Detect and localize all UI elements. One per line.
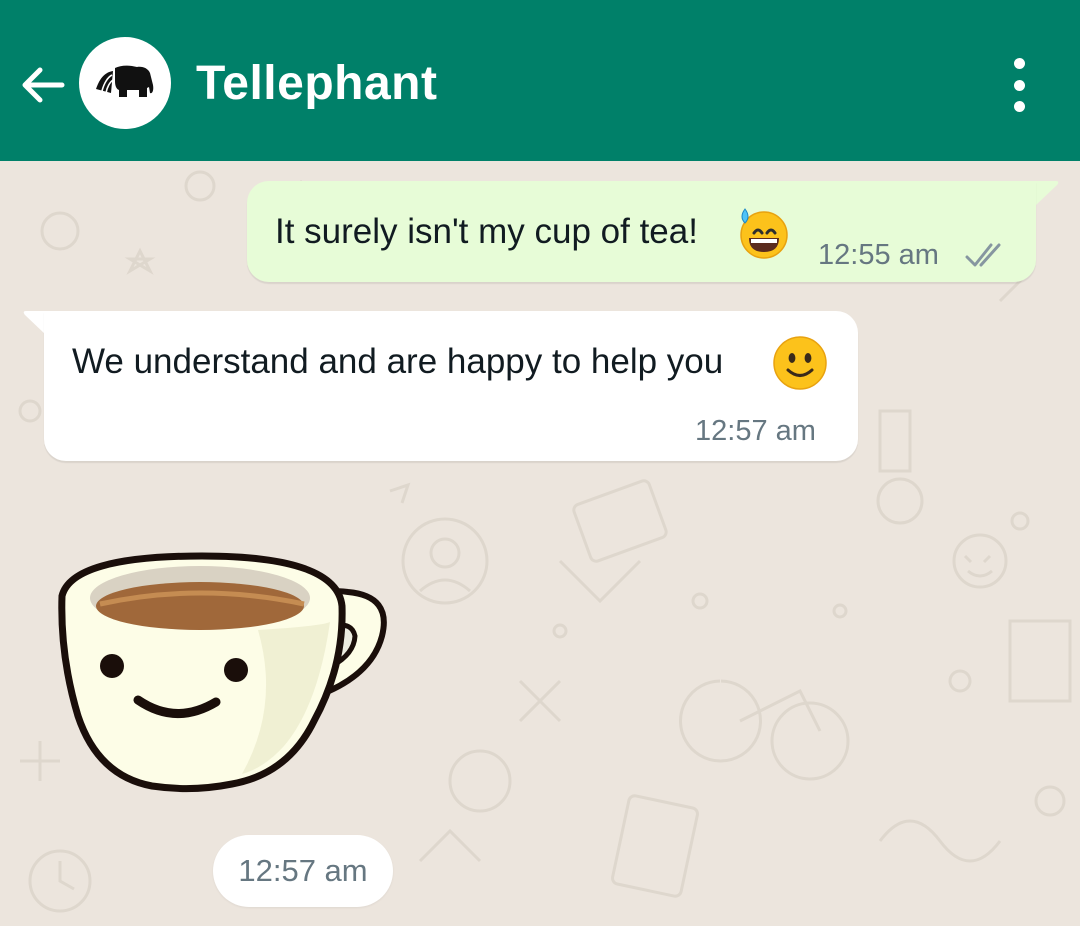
incoming-message[interactable]: We understand and are happy to help you … bbox=[44, 311, 858, 461]
avatar[interactable] bbox=[79, 37, 171, 129]
contact-name[interactable]: Tellephant bbox=[196, 56, 437, 112]
smiling-teacup-sticker[interactable] bbox=[52, 546, 392, 796]
more-options-button[interactable] bbox=[998, 58, 1040, 112]
more-vertical-icon bbox=[1013, 58, 1025, 69]
chat-header: Tellephant bbox=[0, 0, 1080, 161]
grinning-face-with-sweat-icon bbox=[740, 208, 788, 259]
chat-screen: Tellephant It surely isn't my cup of tea… bbox=[0, 0, 1080, 926]
elephant-logo-icon bbox=[96, 65, 154, 97]
message-text: We understand and are happy to help you bbox=[72, 342, 724, 381]
slightly-smiling-face-icon bbox=[773, 336, 827, 390]
sticker-time: 12:57 am bbox=[213, 835, 393, 907]
message-text: It surely isn't my cup of tea! bbox=[275, 212, 698, 251]
message-time: 12:57 am bbox=[695, 415, 816, 447]
chat-area[interactable]: It surely isn't my cup of tea! 12:55 am … bbox=[0, 161, 1080, 926]
menu-dot bbox=[1013, 79, 1025, 91]
message-time: 12:55 am bbox=[818, 239, 939, 271]
double-check-icon bbox=[965, 243, 1001, 267]
menu-dot bbox=[1013, 101, 1025, 112]
arrow-left-icon bbox=[22, 67, 65, 103]
outgoing-message[interactable]: It surely isn't my cup of tea! 12:55 am bbox=[247, 181, 1036, 282]
back-button[interactable] bbox=[14, 56, 72, 114]
